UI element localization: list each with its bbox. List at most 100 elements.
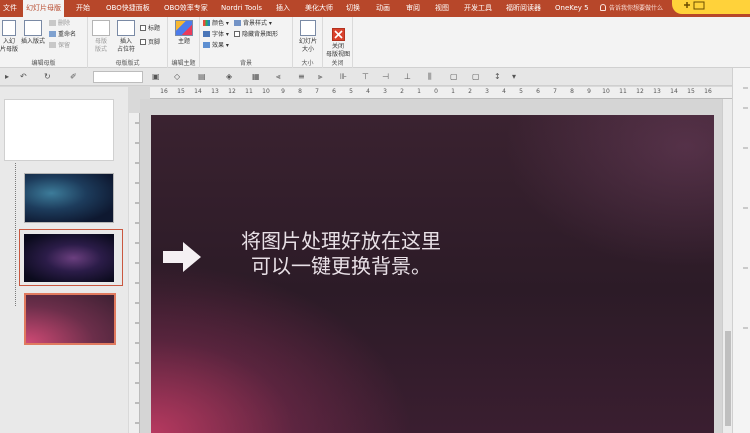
corner-badge-icon xyxy=(684,1,705,10)
tab-developer[interactable]: 开发工具 xyxy=(461,0,495,17)
tab-view[interactable]: 视图 xyxy=(432,0,452,17)
distribute-h-icon[interactable]: ⊪ xyxy=(340,72,347,82)
slide-size-button[interactable]: 幻灯片 大小 xyxy=(295,20,321,54)
rename-button[interactable]: 重命名 xyxy=(49,31,76,39)
align-bottom-icon[interactable]: ⊥ xyxy=(404,72,411,82)
ruler-number: 8 xyxy=(298,88,302,95)
tab-animations[interactable]: 动画 xyxy=(373,0,393,17)
rotate-icon[interactable]: ↕ xyxy=(494,72,501,82)
layout-tool-icon[interactable]: ▣ xyxy=(152,72,160,82)
delete-button[interactable]: 删除 xyxy=(49,20,70,28)
layout-thumbnail-3[interactable] xyxy=(24,293,116,345)
font-combo[interactable] xyxy=(93,71,143,83)
fonts-dropdown[interactable]: 字体 ▾ xyxy=(203,31,229,39)
group-master-layout: 母版 版式 插入 占位符 标题 页脚 母版版式 xyxy=(88,17,168,68)
slide-text-box[interactable]: 将图片处理好放在这里 可以一键更换背景。 xyxy=(211,229,471,279)
master-layout-button[interactable]: 母版 版式 xyxy=(90,20,112,54)
tab-nordri-tools[interactable]: Nordri Tools xyxy=(218,0,265,17)
ruler-number: 7 xyxy=(315,88,319,95)
slide-size-icon xyxy=(300,20,316,36)
tab-transitions[interactable]: 切换 xyxy=(343,0,363,17)
preserve-button[interactable]: 保留 xyxy=(49,42,70,50)
ruler-number: 7 xyxy=(553,88,557,95)
slide-master-icon xyxy=(2,20,16,36)
redo-icon[interactable]: ↻ xyxy=(44,72,51,82)
ruler-number: 2 xyxy=(468,88,472,95)
insert-slide-master-button[interactable]: 入幻 片母版 xyxy=(0,20,18,54)
tab-review[interactable]: 审阅 xyxy=(403,0,423,17)
right-arrow-icon xyxy=(163,242,201,272)
tab-slide-master[interactable]: 幻灯片母版 xyxy=(23,0,64,17)
tab-home[interactable]: 开始 xyxy=(73,0,93,17)
ruler-number: 3 xyxy=(383,88,387,95)
ruler-number: 1 xyxy=(451,88,455,95)
shape-tool-icon[interactable]: ◇ xyxy=(174,72,180,82)
tab-onekey[interactable]: OneKey 5 xyxy=(552,0,592,17)
group-label: 编辑主题 xyxy=(171,60,196,67)
ruler-number: 10 xyxy=(602,88,610,95)
close-master-view-button[interactable]: 关闭 母版视图 xyxy=(324,20,352,59)
group-edit-master: 入幻 片母版 插入版式 删除 重命名 保留 编辑母版 xyxy=(0,17,88,68)
tab-file[interactable]: 文件 xyxy=(0,0,20,17)
ruler-number: 15 xyxy=(687,88,695,95)
slide-canvas[interactable]: 将图片处理好放在这里 可以一键更换背景。 xyxy=(151,115,714,433)
colors-dropdown[interactable]: 颜色 ▾ xyxy=(203,20,229,28)
share-corner-button[interactable] xyxy=(672,0,750,14)
text-tool-icon[interactable]: ▤ xyxy=(198,72,206,82)
effects-dropdown[interactable]: 效果 ▾ xyxy=(203,42,229,50)
align-left-icon[interactable]: ⫷ xyxy=(276,72,281,82)
align-top-icon[interactable]: ⊤ xyxy=(362,72,369,82)
scrollbar-thumb[interactable] xyxy=(725,331,731,426)
align-center-icon[interactable]: ≡ xyxy=(298,72,305,82)
ruler-number: 4 xyxy=(366,88,370,95)
arrange-icon[interactable]: ◈ xyxy=(226,72,232,82)
tab-obo-panel[interactable]: OBO快捷面板 xyxy=(103,0,153,17)
rename-icon xyxy=(49,31,56,37)
more-icon[interactable]: ▾ xyxy=(512,72,516,82)
effects-icon xyxy=(203,42,210,48)
title-checkbox[interactable]: 标题 xyxy=(140,25,160,33)
align-right-icon[interactable]: ⫸ xyxy=(318,72,323,82)
themes-button[interactable]: 主题 xyxy=(173,20,195,46)
distribute-v-icon[interactable]: ⫼ xyxy=(428,72,432,82)
image-tool-icon[interactable]: ▦ xyxy=(252,72,260,82)
layout-thumbnail-2[interactable] xyxy=(24,234,114,282)
tab-meihua[interactable]: 美化大师 xyxy=(302,0,336,17)
tab-insert[interactable]: 插入 xyxy=(273,0,293,17)
hide-background-checkbox[interactable]: 隐藏背景图形 xyxy=(234,31,278,39)
undo-icon[interactable]: ↶ xyxy=(20,72,27,82)
vertical-ruler-marks xyxy=(135,122,139,424)
layout-thumbnail-1[interactable] xyxy=(24,173,114,223)
group-icon[interactable]: ▢ xyxy=(450,72,458,82)
pointer-icon[interactable]: ▸ xyxy=(5,72,9,82)
tell-me-search[interactable]: 告诉我你想要做什么 xyxy=(600,0,663,17)
vertical-scrollbar[interactable] xyxy=(722,99,732,433)
footer-checkbox[interactable]: 页脚 xyxy=(140,39,160,47)
ruler-number: 9 xyxy=(281,88,285,95)
background-styles-dropdown[interactable]: 背景样式 ▾ xyxy=(234,20,272,28)
ruler-number: 1 xyxy=(417,88,421,95)
group-size: 幻灯片 大小 大小 xyxy=(293,17,323,68)
align-middle-icon[interactable]: ⊣ xyxy=(382,72,389,82)
ruler-number: 13 xyxy=(653,88,661,95)
themes-icon xyxy=(175,20,193,36)
tab-foxit[interactable]: 福昕阅读器 xyxy=(503,0,544,17)
ruler-number: 16 xyxy=(160,88,168,95)
ruler-number: 11 xyxy=(245,88,253,95)
ruler-number: 11 xyxy=(619,88,627,95)
colors-icon xyxy=(203,20,210,26)
ruler-number: 12 xyxy=(636,88,644,95)
slide-master-thumbnail[interactable] xyxy=(4,99,114,161)
insert-layout-button[interactable]: 插入版式 xyxy=(19,20,47,46)
group-label: 母版版式 xyxy=(115,60,140,67)
slide-text-line-1: 将图片处理好放在这里 xyxy=(241,229,441,253)
insert-placeholder-button[interactable]: 插入 占位符 xyxy=(114,20,138,54)
format-painter-icon[interactable]: ✐ xyxy=(70,72,77,82)
group-label: 背景 xyxy=(239,60,252,67)
ungroup-icon[interactable]: ▢ xyxy=(472,72,480,82)
tab-obo-expert[interactable]: OBO效率专家 xyxy=(161,0,211,17)
checkbox-icon xyxy=(140,25,146,31)
background-styles-icon xyxy=(234,20,241,26)
ruler-number: 10 xyxy=(262,88,270,95)
powerpoint-window: 文件 幻灯片母版 开始 OBO快捷面板 OBO效率专家 Nordri Tools… xyxy=(0,0,750,433)
